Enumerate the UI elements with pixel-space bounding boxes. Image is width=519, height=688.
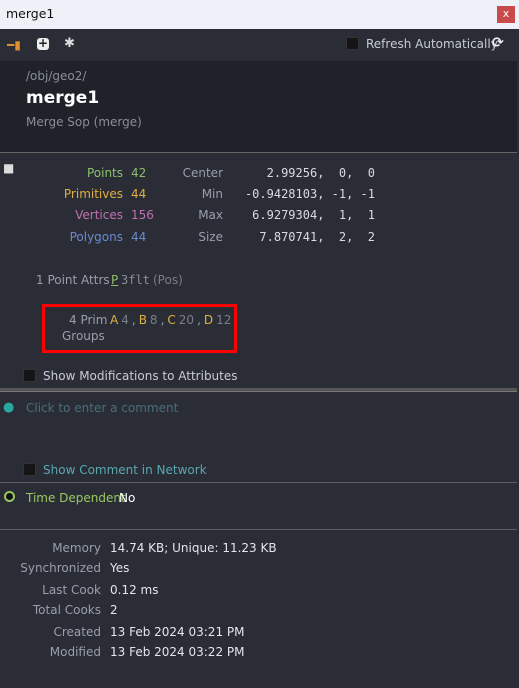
group-count: 20 bbox=[178, 313, 195, 327]
info-value: 2 bbox=[110, 603, 118, 617]
group-separator: , bbox=[197, 313, 201, 327]
info-label: Synchronized bbox=[20, 561, 101, 575]
clock-icon bbox=[4, 491, 15, 502]
info-value: 14.74 KB; Unique: 11.23 KB bbox=[110, 541, 277, 555]
add-icon[interactable]: + bbox=[37, 37, 49, 50]
bounds-value: -0.9428103, -1, -1 bbox=[244, 187, 375, 201]
refresh-automatically-label: Refresh Automatically bbox=[366, 37, 498, 51]
bounds-label: Center bbox=[182, 166, 223, 180]
show-comment-checkbox[interactable] bbox=[23, 463, 36, 476]
pin-icon[interactable]: ━▮ bbox=[7, 38, 21, 52]
geometry-icon: ■ bbox=[3, 161, 15, 175]
attr-type: 3flt bbox=[121, 273, 150, 287]
bounds-value: 6.9279304, 1, 1 bbox=[252, 208, 375, 222]
groups-label-2: Groups bbox=[62, 329, 105, 343]
group-separator: , bbox=[131, 313, 136, 327]
info-value: Yes bbox=[110, 561, 130, 575]
node-path: /obj/geo2/ bbox=[26, 69, 87, 83]
time-dependent-value: No bbox=[119, 491, 136, 505]
divider bbox=[0, 482, 517, 483]
group-list: A 4, B 8, C 20, D 12 bbox=[110, 313, 231, 327]
bounds-label: Min bbox=[201, 187, 223, 201]
bounds-label: Max bbox=[198, 208, 223, 222]
info-value: 13 Feb 2024 03:22 PM bbox=[110, 645, 245, 659]
comment-icon: ● bbox=[3, 400, 15, 415]
info-label: Created bbox=[53, 625, 102, 639]
info-value: 0.12 ms bbox=[110, 583, 159, 597]
group-name[interactable]: C bbox=[167, 313, 175, 327]
group-name[interactable]: B bbox=[139, 313, 147, 327]
show-modifications-label: Show Modifications to Attributes bbox=[43, 369, 238, 383]
bounds-label: Size bbox=[198, 230, 223, 244]
group-name[interactable]: D bbox=[204, 313, 213, 327]
attr-desc: (Pos) bbox=[153, 273, 183, 287]
title-bar bbox=[0, 0, 519, 29]
stat-label: Polygons bbox=[69, 230, 123, 244]
node-name: merge1 bbox=[26, 88, 100, 108]
info-label: Modified bbox=[49, 645, 101, 659]
window-title: merge1 bbox=[6, 6, 55, 21]
show-comment-label: Show Comment in Network bbox=[43, 463, 207, 477]
refresh-automatically-checkbox[interactable] bbox=[346, 37, 359, 50]
groups-label: 4 Prim bbox=[69, 313, 108, 327]
group-separator: , bbox=[160, 313, 165, 327]
group-count: 8 bbox=[149, 313, 158, 327]
show-modifications-checkbox[interactable] bbox=[23, 369, 36, 382]
info-label: Last Cook bbox=[42, 583, 101, 597]
node-type: Merge Sop (merge) bbox=[26, 115, 142, 129]
refresh-icon[interactable]: ⟳ bbox=[492, 35, 504, 51]
attr-name[interactable]: P bbox=[111, 273, 118, 287]
divider bbox=[0, 529, 517, 530]
stat-label: Primitives bbox=[63, 187, 123, 201]
group-name[interactable]: A bbox=[110, 313, 118, 327]
bounds-value: 2.99256, 0, 0 bbox=[266, 166, 375, 180]
splitter[interactable] bbox=[0, 388, 517, 392]
info-label: Total Cooks bbox=[32, 603, 101, 617]
group-count: 12 bbox=[216, 313, 232, 327]
close-button[interactable]: x bbox=[497, 6, 515, 23]
bug-icon[interactable]: ✱ bbox=[64, 36, 75, 51]
point-attrs-label: 1 Point Attrs bbox=[36, 273, 110, 287]
info-label: Memory bbox=[52, 541, 101, 555]
time-dependent-label: Time Dependent bbox=[26, 491, 126, 505]
group-count: 4 bbox=[121, 313, 129, 327]
info-value: 13 Feb 2024 03:21 PM bbox=[110, 625, 245, 639]
stat-label: Points bbox=[86, 166, 123, 180]
bounds-value: 7.870741, 2, 2 bbox=[259, 230, 375, 244]
stat-label: Vertices bbox=[75, 208, 123, 222]
comment-input[interactable]: Click to enter a comment bbox=[26, 401, 178, 415]
